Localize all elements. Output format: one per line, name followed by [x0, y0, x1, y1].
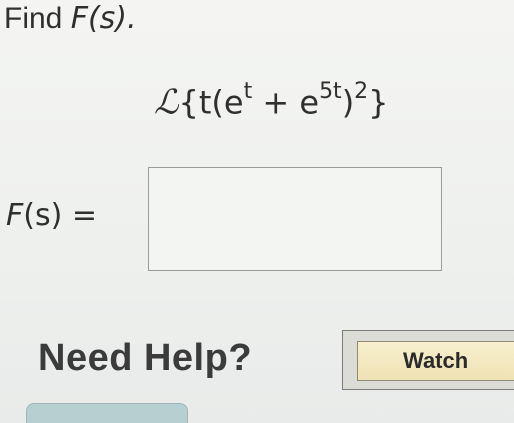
watch-button-frame: Watch [342, 330, 514, 390]
need-help-label: Need Help? [38, 337, 253, 379]
bottom-tab-button[interactable] [26, 403, 188, 423]
exponent-5t: 5t [319, 79, 342, 104]
close-brace: } [368, 83, 389, 122]
expression-plus: + e [252, 83, 320, 122]
question-page: Find F(s). ℒ{t(et + e5t)2} F(s) = Need H… [0, 0, 514, 423]
exponent-t: t [243, 79, 253, 104]
question-prompt: Find F(s). [4, 0, 137, 38]
watch-button[interactable]: Watch [357, 341, 514, 381]
prompt-math: F(s). [70, 1, 137, 36]
open-brace: { [178, 83, 199, 122]
prompt-word: Find [4, 2, 63, 35]
answer-label: F(s) = [6, 196, 97, 236]
expression-body-start: t(e [198, 83, 244, 122]
answer-label-rest: (s) = [23, 198, 97, 233]
answer-input[interactable] [148, 167, 442, 271]
laplace-symbol: ℒ [154, 82, 179, 123]
close-paren: ) [341, 83, 355, 122]
answer-label-func: F [6, 198, 24, 233]
laplace-expression: ℒ{t(et + e5t)2} [154, 74, 389, 125]
exponent-power: 2 [354, 79, 369, 104]
